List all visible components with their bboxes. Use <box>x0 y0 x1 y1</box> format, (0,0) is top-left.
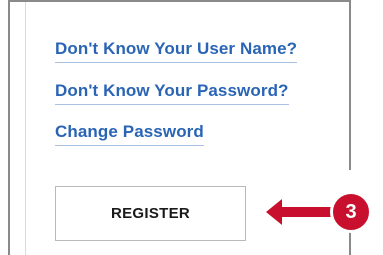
forgot-username-link[interactable]: Don't Know Your User Name? <box>55 39 298 63</box>
forgot-password-link[interactable]: Don't Know Your Password? <box>55 81 289 105</box>
panel-border-top <box>8 0 351 2</box>
panel-border-right <box>349 0 351 170</box>
login-help-panel: Don't Know Your User Name? Don't Know Yo… <box>0 0 383 255</box>
step-number-badge: 3 <box>330 191 372 233</box>
register-button[interactable]: REGISTER <box>55 186 246 241</box>
panel-border-left <box>8 0 10 255</box>
panel-border-right-lower <box>349 232 351 255</box>
divider <box>25 2 26 255</box>
change-password-link[interactable]: Change Password <box>55 122 204 146</box>
